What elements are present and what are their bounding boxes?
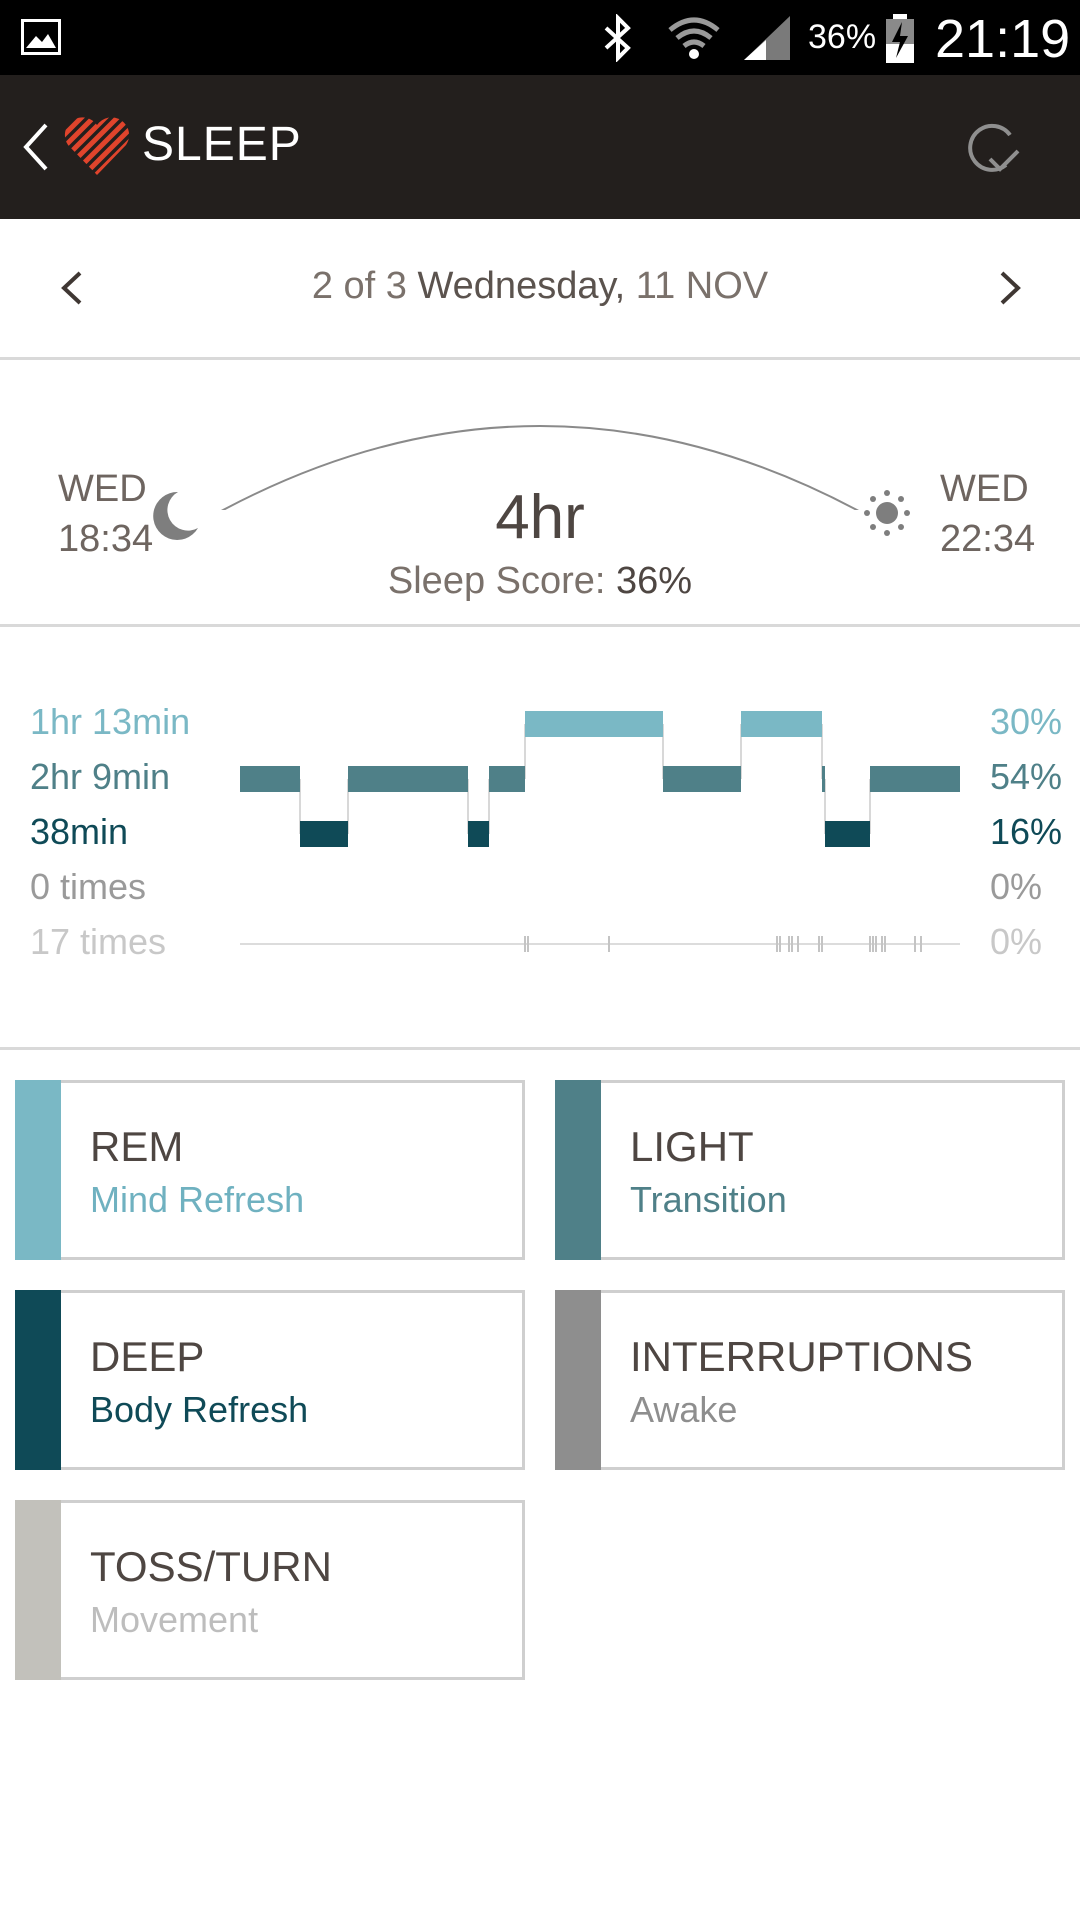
sleep-score-label: Sleep Score: (387, 560, 606, 602)
light-segment (822, 766, 825, 792)
battery-percent: 36% (808, 18, 877, 56)
card-subtitle: Body Refresh (90, 1389, 309, 1430)
toss-turn-color-swatch (15, 1500, 61, 1680)
legend-card-light[interactable]: LIGHT Transition (555, 1080, 1065, 1260)
day-name: Wednesday, (417, 265, 626, 307)
end-day: WED (940, 468, 1029, 510)
date-navigation: 2 of 3 Wednesday, 11 NOV (0, 219, 1080, 360)
battery-charging-icon (886, 14, 914, 63)
sleep-duration: 4hr (495, 483, 585, 552)
legend-card-rem[interactable]: REM Mind Refresh (15, 1080, 525, 1260)
end-block: WED 22:34 (940, 464, 1035, 564)
card-title: REM (90, 1123, 184, 1170)
sync-icon[interactable] (960, 115, 1024, 179)
signal-icon (744, 16, 790, 60)
stage-timeline (240, 711, 960, 952)
deep-color-swatch (15, 1290, 61, 1470)
card-title: DEEP (90, 1333, 205, 1380)
sleep-summary: WED 18:34 4hr Sleep Score: 36% WED 22:34 (0, 360, 1080, 627)
rem-color-swatch (15, 1080, 61, 1260)
wifi-icon (668, 17, 720, 59)
deep-segment (825, 821, 870, 847)
card-subtitle: Awake (630, 1389, 738, 1430)
next-day-icon[interactable] (990, 265, 1030, 311)
deep-segment (300, 821, 348, 847)
gallery-icon (21, 19, 61, 55)
light-segment (870, 766, 960, 792)
sleep-stage-chart: 1hr 13min 2hr 9min 38min 0 times 17 time… (0, 627, 1080, 1050)
record-position: 2 of 3 (311, 265, 407, 307)
light-segment (489, 766, 525, 792)
card-subtitle: Transition (630, 1179, 787, 1220)
card-subtitle: Movement (90, 1599, 259, 1640)
app-bar: SLEEP (0, 75, 1080, 219)
back-icon[interactable] (12, 115, 62, 179)
legend-card-interruptions[interactable]: INTERRUPTIONS Awake (555, 1290, 1065, 1470)
status-bar: 36% 21:19 (0, 0, 1080, 75)
light-segment (663, 766, 741, 792)
light-segment (348, 766, 468, 792)
light-color-swatch (555, 1080, 601, 1260)
status-clock: 21:19 (935, 9, 1071, 69)
card-subtitle: Mind Refresh (90, 1179, 305, 1220)
heart-logo-icon (64, 117, 130, 175)
legend-card-toss-turn[interactable]: TOSS/TURN Movement (15, 1500, 525, 1680)
rem-segment (741, 711, 822, 737)
light-segment (240, 766, 300, 792)
end-time: 22:34 (940, 518, 1036, 560)
card-title: TOSS/TURN (90, 1543, 332, 1590)
date-label: 2 of 3 Wednesday, 11 NOV (0, 265, 1080, 308)
card-title: INTERRUPTIONS (630, 1333, 974, 1380)
bluetooth-icon (604, 14, 631, 62)
card-title: LIGHT (630, 1123, 754, 1170)
date-value: 11 NOV (635, 265, 769, 307)
interruptions-color-swatch (555, 1290, 601, 1470)
sun-icon (864, 490, 910, 536)
rem-segment (525, 711, 663, 737)
legend-card-deep[interactable]: DEEP Body Refresh (15, 1290, 525, 1470)
deep-segment (468, 821, 489, 847)
page-title: SLEEP (142, 118, 302, 171)
sleep-score-value: 36% (616, 560, 693, 602)
sleep-score: Sleep Score: 36% (0, 560, 1080, 603)
